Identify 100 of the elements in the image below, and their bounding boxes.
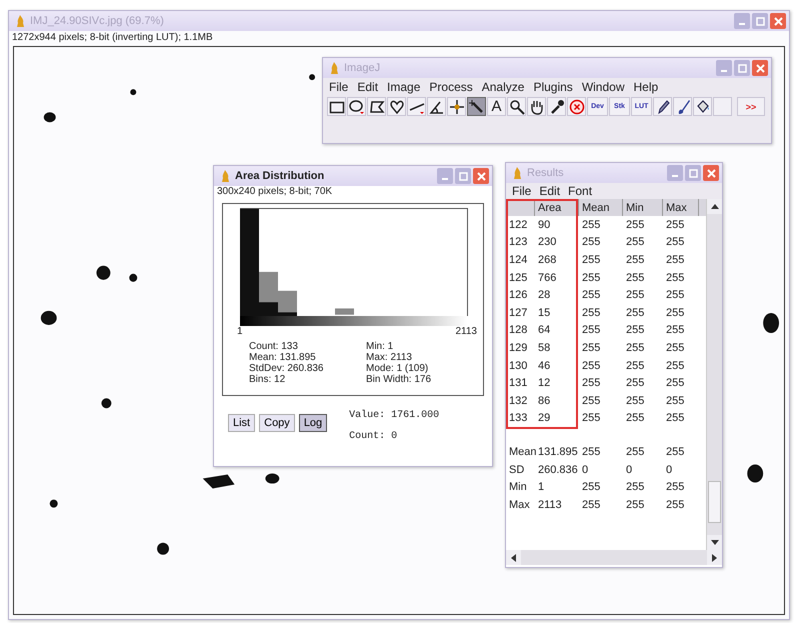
menu-item[interactable]: Edit (539, 184, 560, 198)
particle (130, 89, 136, 96)
table-cell-text: 29 (537, 412, 552, 424)
maximize-button[interactable] (685, 165, 701, 181)
table-cell-text: 260.836 (537, 464, 579, 476)
table-cell-text: 132 (508, 394, 528, 407)
column-header[interactable]: Max (663, 199, 699, 216)
count-readout: Count: 0 (349, 431, 398, 442)
scrollbar[interactable] (506, 550, 722, 565)
menu-item[interactable]: Help (634, 80, 658, 94)
minimize-button[interactable] (437, 168, 453, 184)
table-cell-text: 255 (581, 377, 602, 390)
close-button[interactable] (703, 165, 719, 181)
close-button[interactable] (770, 13, 786, 29)
stop-icon (568, 98, 584, 114)
menu-item[interactable]: Image (387, 80, 420, 94)
table-cell-text: 2113 (537, 498, 563, 511)
table-cell-text: 255 (665, 446, 686, 458)
menu-item[interactable]: File (329, 80, 348, 94)
maximize-icon (756, 16, 764, 26)
table-cell-text: 255 (625, 254, 646, 266)
table-cell-text: 255 (665, 272, 686, 284)
table-cell-text: 255 (581, 272, 602, 284)
toggle-button[interactable]: Copy (259, 414, 295, 432)
particle (157, 542, 169, 555)
table-cell-text: 130 (508, 360, 528, 372)
table-cell-text: 28 (537, 289, 552, 302)
table-cell-text: 255 (581, 394, 602, 407)
menu-item[interactable]: Analyze (482, 80, 524, 94)
table-cell-text: 255 (665, 481, 686, 494)
menu-item[interactable]: Window (582, 80, 624, 94)
table-cell-text: 255 (625, 218, 646, 231)
toggle-button[interactable]: List (228, 414, 256, 432)
minimize-button[interactable] (734, 13, 750, 29)
close-button[interactable] (752, 60, 768, 76)
stat-text: Mean: 131.895 (249, 352, 317, 363)
table-cell-text: 255 (665, 218, 686, 231)
table-cell-text: 255 (665, 306, 686, 319)
maximize-button[interactable] (455, 168, 471, 184)
image-info: 300x240 pixels; 8-bit; 70K (216, 186, 334, 197)
table-cell-text: 255 (581, 446, 602, 458)
column-header[interactable]: Min (623, 199, 663, 216)
close-icon (756, 64, 764, 72)
table-cell-text: 64 (537, 324, 552, 336)
menu-item[interactable]: Font (568, 184, 592, 198)
table-cell-text: 766 (537, 272, 558, 284)
stat-text: Bins: 12 (249, 374, 286, 385)
table-cell-text: 127 (508, 306, 528, 319)
menu-item[interactable]: Process (429, 80, 473, 94)
table-cell-text: 86 (537, 394, 552, 407)
table-cell-text: Min (508, 481, 528, 494)
window-title: Area Distribution (235, 170, 326, 182)
menu-item[interactable]: Plugins (533, 80, 573, 94)
maximize-button[interactable] (734, 60, 750, 76)
table-cell-text: 230 (537, 236, 558, 248)
maximize-icon (738, 64, 746, 72)
table-cell-text: 131.895 (537, 446, 579, 458)
table-cell-text: 255 (665, 377, 686, 390)
window-title: Results (527, 167, 565, 179)
particle (265, 474, 280, 484)
table-cell-text: 12 (537, 377, 552, 390)
minimize-button[interactable] (667, 165, 683, 181)
table-cell-text: 255 (625, 377, 646, 390)
scrollbar[interactable] (706, 199, 722, 550)
table-cell-text: 255 (665, 342, 686, 354)
table-cell-text: 255 (665, 360, 686, 372)
right-arrow-icon (712, 554, 717, 562)
menu-item[interactable]: File (512, 184, 532, 198)
table-cell-text: 255 (665, 394, 686, 407)
particle (44, 112, 56, 122)
table-cell-text: 123 (508, 236, 528, 248)
more-tools-button[interactable]: >> (737, 97, 765, 116)
tool-button[interactable] (467, 97, 486, 116)
app-icon (16, 14, 25, 28)
stat-text: Mode: 1 (109) (366, 363, 430, 374)
bucket-icon (694, 98, 710, 114)
log-histogram-bar (259, 272, 278, 302)
close-icon (476, 172, 486, 180)
text-tool[interactable]: A (487, 97, 506, 116)
dropper-icon (548, 98, 564, 114)
table-cell-text: 0 (581, 464, 590, 476)
minimize-button[interactable] (716, 60, 732, 76)
close-button[interactable] (473, 168, 489, 184)
column-header[interactable]: Mean (579, 199, 623, 216)
stat-text: Min: 1 (366, 341, 394, 352)
scroll-thumb[interactable] (708, 481, 721, 523)
table-cell-text: 255 (625, 498, 646, 511)
table-cell-text: 255 (581, 498, 602, 511)
table-cell-text: 255 (625, 272, 646, 284)
polygon-icon (368, 98, 384, 114)
table-cell-text: 133 (508, 412, 528, 424)
maximize-icon (688, 168, 698, 178)
maximize-button[interactable] (752, 13, 768, 29)
particle (101, 398, 112, 408)
table-cell-text: 255 (625, 324, 646, 336)
tool-button[interactable] (447, 97, 466, 116)
particle (40, 310, 57, 325)
menu-item[interactable]: Edit (357, 80, 378, 94)
heart-icon (388, 98, 404, 114)
toggle-button[interactable]: Log (298, 414, 328, 432)
